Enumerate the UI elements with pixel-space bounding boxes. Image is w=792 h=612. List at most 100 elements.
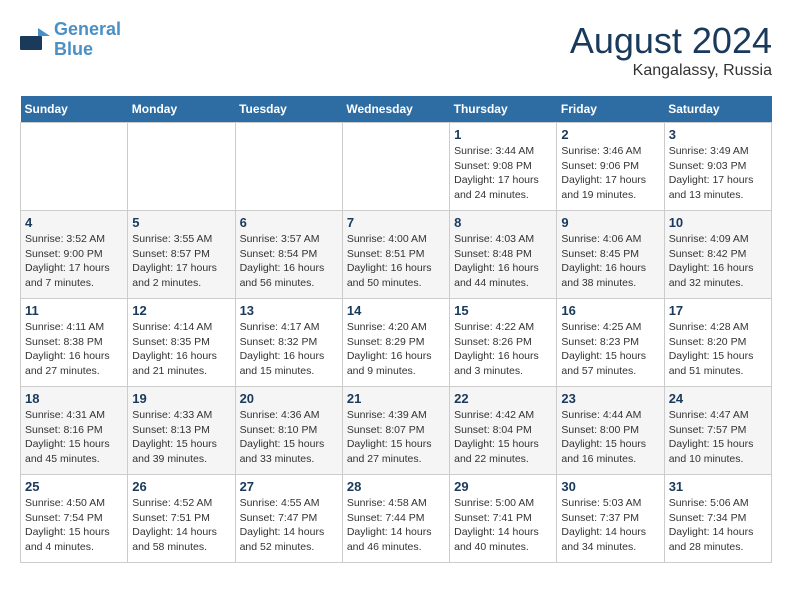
day-info: Sunrise: 5:00 AM Sunset: 7:41 PM Dayligh… bbox=[454, 496, 552, 555]
calendar-cell: 12Sunrise: 4:14 AM Sunset: 8:35 PM Dayli… bbox=[128, 299, 235, 387]
calendar-cell: 2Sunrise: 3:46 AM Sunset: 9:06 PM Daylig… bbox=[557, 123, 664, 211]
day-info: Sunrise: 4:20 AM Sunset: 8:29 PM Dayligh… bbox=[347, 320, 445, 379]
day-number: 11 bbox=[25, 303, 123, 318]
day-info: Sunrise: 4:44 AM Sunset: 8:00 PM Dayligh… bbox=[561, 408, 659, 467]
week-row-2: 4 Sunrise: 3:52 AM Sunset: 9:00 PM Daylig… bbox=[21, 211, 772, 299]
calendar-cell: 15 Sunrise: 4:22 AM Sunset: 8:26 PM Dayli… bbox=[450, 299, 557, 387]
weekday-header-tuesday: Tuesday bbox=[235, 96, 342, 123]
day-number: 28 bbox=[347, 479, 445, 494]
day-number: 4 bbox=[25, 215, 123, 230]
day-number: 30 bbox=[561, 479, 659, 494]
calendar-cell: 20Sunrise: 4:36 AM Sunset: 8:10 PM Dayli… bbox=[235, 387, 342, 475]
week-row-1: 1 Sunrise: 3:44 AM Sunset: 9:08 PM Daylig… bbox=[21, 123, 772, 211]
weekday-header-row: SundayMondayTuesdayWednesdayThursdayFrid… bbox=[21, 96, 772, 123]
calendar-cell: 5 Sunrise: 3:55 AM Sunset: 8:57 PM Daylig… bbox=[128, 211, 235, 299]
day-info: Sunrise: 3:44 AM Sunset: 9:08 PM Dayligh… bbox=[454, 144, 552, 203]
calendar-cell: 21 Sunrise: 4:39 AM Sunset: 8:07 PM Dayli… bbox=[342, 387, 449, 475]
day-info: Sunrise: 5:03 AM Sunset: 7:37 PM Dayligh… bbox=[561, 496, 659, 555]
day-number: 5 bbox=[132, 215, 230, 230]
day-number: 8 bbox=[454, 215, 552, 230]
calendar-cell: 7 Sunrise: 4:00 AM Sunset: 8:51 PM Daylig… bbox=[342, 211, 449, 299]
calendar-cell: 8Sunrise: 4:03 AM Sunset: 8:48 PM Daylig… bbox=[450, 211, 557, 299]
day-info: Sunrise: 4:11 AM Sunset: 8:38 PM Dayligh… bbox=[25, 320, 123, 379]
day-number: 2 bbox=[561, 127, 659, 142]
day-number: 7 bbox=[347, 215, 445, 230]
day-info: Sunrise: 3:52 AM Sunset: 9:00 PM Dayligh… bbox=[25, 232, 123, 291]
day-info: Sunrise: 4:28 AM Sunset: 8:20 PM Dayligh… bbox=[669, 320, 767, 379]
calendar-cell: 29 Sunrise: 5:00 AM Sunset: 7:41 PM Dayli… bbox=[450, 475, 557, 563]
day-number: 10 bbox=[669, 215, 767, 230]
day-info: Sunrise: 4:55 AM Sunset: 7:47 PM Dayligh… bbox=[240, 496, 338, 555]
calendar-cell: 26 Sunrise: 4:52 AM Sunset: 7:51 PM Dayli… bbox=[128, 475, 235, 563]
day-number: 9 bbox=[561, 215, 659, 230]
day-number: 21 bbox=[347, 391, 445, 406]
calendar-cell: 16 Sunrise: 4:25 AM Sunset: 8:23 PM Dayli… bbox=[557, 299, 664, 387]
day-info: Sunrise: 4:42 AM Sunset: 8:04 PM Dayligh… bbox=[454, 408, 552, 467]
weekday-header-saturday: Saturday bbox=[664, 96, 771, 123]
calendar-cell: 31 Sunrise: 5:06 AM Sunset: 7:34 PM Dayli… bbox=[664, 475, 771, 563]
day-info: Sunrise: 4:31 AM Sunset: 8:16 PM Dayligh… bbox=[25, 408, 123, 467]
day-info: Sunrise: 4:50 AM Sunset: 7:54 PM Dayligh… bbox=[25, 496, 123, 555]
calendar-cell: 10 Sunrise: 4:09 AM Sunset: 8:42 PM Dayli… bbox=[664, 211, 771, 299]
day-info: Sunrise: 4:00 AM Sunset: 8:51 PM Dayligh… bbox=[347, 232, 445, 291]
location: Kangalassy, Russia bbox=[570, 62, 772, 80]
day-info: Sunrise: 3:55 AM Sunset: 8:57 PM Dayligh… bbox=[132, 232, 230, 291]
title-block: August 2024 Kangalassy, Russia bbox=[570, 20, 772, 80]
day-info: Sunrise: 4:06 AM Sunset: 8:45 PM Dayligh… bbox=[561, 232, 659, 291]
calendar-cell bbox=[128, 123, 235, 211]
logo-text: General Blue bbox=[54, 20, 121, 60]
calendar-cell: 9 Sunrise: 4:06 AM Sunset: 8:45 PM Daylig… bbox=[557, 211, 664, 299]
calendar-cell: 4 Sunrise: 3:52 AM Sunset: 9:00 PM Daylig… bbox=[21, 211, 128, 299]
weekday-header-wednesday: Wednesday bbox=[342, 96, 449, 123]
week-row-3: 11 Sunrise: 4:11 AM Sunset: 8:38 PM Dayli… bbox=[21, 299, 772, 387]
day-number: 26 bbox=[132, 479, 230, 494]
day-number: 24 bbox=[669, 391, 767, 406]
day-number: 3 bbox=[669, 127, 767, 142]
day-number: 18 bbox=[25, 391, 123, 406]
calendar-cell: 1 Sunrise: 3:44 AM Sunset: 9:08 PM Daylig… bbox=[450, 123, 557, 211]
day-number: 1 bbox=[454, 127, 552, 142]
week-row-4: 18 Sunrise: 4:31 AM Sunset: 8:16 PM Dayli… bbox=[21, 387, 772, 475]
calendar-table: SundayMondayTuesdayWednesdayThursdayFrid… bbox=[20, 96, 772, 563]
day-number: 17 bbox=[669, 303, 767, 318]
day-number: 20 bbox=[240, 391, 338, 406]
day-info: Sunrise: 5:06 AM Sunset: 7:34 PM Dayligh… bbox=[669, 496, 767, 555]
day-number: 31 bbox=[669, 479, 767, 494]
day-number: 15 bbox=[454, 303, 552, 318]
calendar-cell: 27Sunrise: 4:55 AM Sunset: 7:47 PM Dayli… bbox=[235, 475, 342, 563]
day-info: Sunrise: 4:33 AM Sunset: 8:13 PM Dayligh… bbox=[132, 408, 230, 467]
weekday-header-sunday: Sunday bbox=[21, 96, 128, 123]
calendar-cell: 3Sunrise: 3:49 AM Sunset: 9:03 PM Daylig… bbox=[664, 123, 771, 211]
day-number: 25 bbox=[25, 479, 123, 494]
calendar-cell: 23 Sunrise: 4:44 AM Sunset: 8:00 PM Dayli… bbox=[557, 387, 664, 475]
day-info: Sunrise: 4:22 AM Sunset: 8:26 PM Dayligh… bbox=[454, 320, 552, 379]
logo: General Blue bbox=[20, 20, 121, 60]
day-info: Sunrise: 4:39 AM Sunset: 8:07 PM Dayligh… bbox=[347, 408, 445, 467]
day-number: 16 bbox=[561, 303, 659, 318]
logo-icon bbox=[20, 28, 50, 52]
day-info: Sunrise: 3:57 AM Sunset: 8:54 PM Dayligh… bbox=[240, 232, 338, 291]
day-info: Sunrise: 4:58 AM Sunset: 7:44 PM Dayligh… bbox=[347, 496, 445, 555]
calendar-cell: 19 Sunrise: 4:33 AM Sunset: 8:13 PM Dayli… bbox=[128, 387, 235, 475]
weekday-header-friday: Friday bbox=[557, 96, 664, 123]
day-info: Sunrise: 4:09 AM Sunset: 8:42 PM Dayligh… bbox=[669, 232, 767, 291]
day-number: 19 bbox=[132, 391, 230, 406]
day-number: 13 bbox=[240, 303, 338, 318]
calendar-cell: 11 Sunrise: 4:11 AM Sunset: 8:38 PM Dayli… bbox=[21, 299, 128, 387]
calendar-cell: 13Sunrise: 4:17 AM Sunset: 8:32 PM Dayli… bbox=[235, 299, 342, 387]
weekday-header-thursday: Thursday bbox=[450, 96, 557, 123]
day-info: Sunrise: 4:25 AM Sunset: 8:23 PM Dayligh… bbox=[561, 320, 659, 379]
weekday-header-monday: Monday bbox=[128, 96, 235, 123]
calendar-cell: 17 Sunrise: 4:28 AM Sunset: 8:20 PM Dayli… bbox=[664, 299, 771, 387]
week-row-5: 25 Sunrise: 4:50 AM Sunset: 7:54 PM Dayli… bbox=[21, 475, 772, 563]
day-number: 29 bbox=[454, 479, 552, 494]
calendar-cell bbox=[342, 123, 449, 211]
day-number: 22 bbox=[454, 391, 552, 406]
page-header: General Blue August 2024 Kangalassy, Rus… bbox=[20, 20, 772, 80]
month-year: August 2024 bbox=[570, 20, 772, 62]
day-number: 23 bbox=[561, 391, 659, 406]
calendar-cell bbox=[21, 123, 128, 211]
day-number: 12 bbox=[132, 303, 230, 318]
calendar-cell: 24Sunrise: 4:47 AM Sunset: 7:57 PM Dayli… bbox=[664, 387, 771, 475]
day-info: Sunrise: 4:52 AM Sunset: 7:51 PM Dayligh… bbox=[132, 496, 230, 555]
